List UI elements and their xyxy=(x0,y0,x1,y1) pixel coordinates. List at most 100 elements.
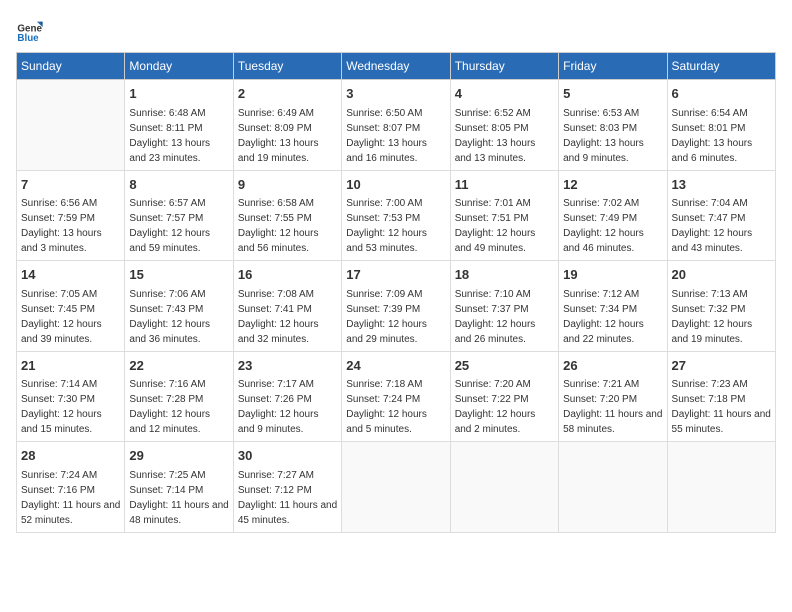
calendar-cell: 24Sunrise: 7:18 AMSunset: 7:24 PMDayligh… xyxy=(342,351,450,442)
calendar-cell: 25Sunrise: 7:20 AMSunset: 7:22 PMDayligh… xyxy=(450,351,558,442)
day-header-sunday: Sunday xyxy=(17,53,125,80)
day-info: Sunrise: 7:12 AMSunset: 7:34 PMDaylight:… xyxy=(563,287,662,347)
day-number: 22 xyxy=(129,356,228,376)
day-info: Sunrise: 7:05 AMSunset: 7:45 PMDaylight:… xyxy=(21,287,120,347)
day-number: 12 xyxy=(563,175,662,195)
day-number: 15 xyxy=(129,265,228,285)
day-info: Sunrise: 7:20 AMSunset: 7:22 PMDaylight:… xyxy=(455,377,554,437)
calendar-cell xyxy=(17,80,125,171)
logo: Gene Blue xyxy=(16,16,48,44)
calendar-cell: 26Sunrise: 7:21 AMSunset: 7:20 PMDayligh… xyxy=(559,351,667,442)
calendar-week-3: 21Sunrise: 7:14 AMSunset: 7:30 PMDayligh… xyxy=(17,351,776,442)
day-number: 4 xyxy=(455,84,554,104)
day-info: Sunrise: 7:27 AMSunset: 7:12 PMDaylight:… xyxy=(238,468,337,528)
calendar-cell: 13Sunrise: 7:04 AMSunset: 7:47 PMDayligh… xyxy=(667,170,775,261)
calendar-cell: 4Sunrise: 6:52 AMSunset: 8:05 PMDaylight… xyxy=(450,80,558,171)
calendar-cell: 18Sunrise: 7:10 AMSunset: 7:37 PMDayligh… xyxy=(450,261,558,352)
day-number: 30 xyxy=(238,446,337,466)
header: Gene Blue xyxy=(16,16,776,44)
day-info: Sunrise: 7:10 AMSunset: 7:37 PMDaylight:… xyxy=(455,287,554,347)
day-info: Sunrise: 6:52 AMSunset: 8:05 PMDaylight:… xyxy=(455,106,554,166)
day-info: Sunrise: 7:14 AMSunset: 7:30 PMDaylight:… xyxy=(21,377,120,437)
calendar-week-1: 7Sunrise: 6:56 AMSunset: 7:59 PMDaylight… xyxy=(17,170,776,261)
day-number: 25 xyxy=(455,356,554,376)
calendar-cell xyxy=(342,442,450,533)
day-number: 21 xyxy=(21,356,120,376)
calendar-week-0: 1Sunrise: 6:48 AMSunset: 8:11 PMDaylight… xyxy=(17,80,776,171)
day-number: 11 xyxy=(455,175,554,195)
calendar-cell: 17Sunrise: 7:09 AMSunset: 7:39 PMDayligh… xyxy=(342,261,450,352)
calendar-cell: 19Sunrise: 7:12 AMSunset: 7:34 PMDayligh… xyxy=(559,261,667,352)
day-number: 24 xyxy=(346,356,445,376)
day-info: Sunrise: 6:57 AMSunset: 7:57 PMDaylight:… xyxy=(129,196,228,256)
calendar-table: SundayMondayTuesdayWednesdayThursdayFrid… xyxy=(16,52,776,533)
calendar-cell: 3Sunrise: 6:50 AMSunset: 8:07 PMDaylight… xyxy=(342,80,450,171)
calendar-cell xyxy=(559,442,667,533)
calendar-cell xyxy=(450,442,558,533)
calendar-cell: 28Sunrise: 7:24 AMSunset: 7:16 PMDayligh… xyxy=(17,442,125,533)
day-info: Sunrise: 7:16 AMSunset: 7:28 PMDaylight:… xyxy=(129,377,228,437)
calendar-cell: 16Sunrise: 7:08 AMSunset: 7:41 PMDayligh… xyxy=(233,261,341,352)
day-info: Sunrise: 7:04 AMSunset: 7:47 PMDaylight:… xyxy=(672,196,771,256)
day-info: Sunrise: 7:21 AMSunset: 7:20 PMDaylight:… xyxy=(563,377,662,437)
day-number: 5 xyxy=(563,84,662,104)
day-info: Sunrise: 7:01 AMSunset: 7:51 PMDaylight:… xyxy=(455,196,554,256)
day-number: 8 xyxy=(129,175,228,195)
day-info: Sunrise: 7:18 AMSunset: 7:24 PMDaylight:… xyxy=(346,377,445,437)
day-number: 16 xyxy=(238,265,337,285)
header-row: SundayMondayTuesdayWednesdayThursdayFrid… xyxy=(17,53,776,80)
calendar-cell xyxy=(667,442,775,533)
day-number: 27 xyxy=(672,356,771,376)
calendar-cell: 15Sunrise: 7:06 AMSunset: 7:43 PMDayligh… xyxy=(125,261,233,352)
day-number: 28 xyxy=(21,446,120,466)
day-number: 18 xyxy=(455,265,554,285)
day-number: 20 xyxy=(672,265,771,285)
calendar-cell: 27Sunrise: 7:23 AMSunset: 7:18 PMDayligh… xyxy=(667,351,775,442)
calendar-cell: 22Sunrise: 7:16 AMSunset: 7:28 PMDayligh… xyxy=(125,351,233,442)
calendar-cell: 7Sunrise: 6:56 AMSunset: 7:59 PMDaylight… xyxy=(17,170,125,261)
calendar-cell: 12Sunrise: 7:02 AMSunset: 7:49 PMDayligh… xyxy=(559,170,667,261)
calendar-cell: 9Sunrise: 6:58 AMSunset: 7:55 PMDaylight… xyxy=(233,170,341,261)
day-number: 1 xyxy=(129,84,228,104)
day-info: Sunrise: 6:56 AMSunset: 7:59 PMDaylight:… xyxy=(21,196,120,256)
day-header-tuesday: Tuesday xyxy=(233,53,341,80)
day-info: Sunrise: 7:23 AMSunset: 7:18 PMDaylight:… xyxy=(672,377,771,437)
calendar-cell: 23Sunrise: 7:17 AMSunset: 7:26 PMDayligh… xyxy=(233,351,341,442)
day-number: 29 xyxy=(129,446,228,466)
day-info: Sunrise: 6:49 AMSunset: 8:09 PMDaylight:… xyxy=(238,106,337,166)
calendar-cell: 30Sunrise: 7:27 AMSunset: 7:12 PMDayligh… xyxy=(233,442,341,533)
calendar-cell: 10Sunrise: 7:00 AMSunset: 7:53 PMDayligh… xyxy=(342,170,450,261)
day-info: Sunrise: 7:00 AMSunset: 7:53 PMDaylight:… xyxy=(346,196,445,256)
day-header-wednesday: Wednesday xyxy=(342,53,450,80)
day-info: Sunrise: 6:54 AMSunset: 8:01 PMDaylight:… xyxy=(672,106,771,166)
day-number: 6 xyxy=(672,84,771,104)
day-info: Sunrise: 7:17 AMSunset: 7:26 PMDaylight:… xyxy=(238,377,337,437)
day-info: Sunrise: 6:53 AMSunset: 8:03 PMDaylight:… xyxy=(563,106,662,166)
day-header-monday: Monday xyxy=(125,53,233,80)
day-info: Sunrise: 7:09 AMSunset: 7:39 PMDaylight:… xyxy=(346,287,445,347)
day-info: Sunrise: 6:58 AMSunset: 7:55 PMDaylight:… xyxy=(238,196,337,256)
calendar-cell: 1Sunrise: 6:48 AMSunset: 8:11 PMDaylight… xyxy=(125,80,233,171)
calendar-cell: 6Sunrise: 6:54 AMSunset: 8:01 PMDaylight… xyxy=(667,80,775,171)
svg-text:Blue: Blue xyxy=(17,33,39,44)
calendar-cell: 14Sunrise: 7:05 AMSunset: 7:45 PMDayligh… xyxy=(17,261,125,352)
day-number: 17 xyxy=(346,265,445,285)
calendar-week-4: 28Sunrise: 7:24 AMSunset: 7:16 PMDayligh… xyxy=(17,442,776,533)
day-info: Sunrise: 6:48 AMSunset: 8:11 PMDaylight:… xyxy=(129,106,228,166)
calendar-cell: 20Sunrise: 7:13 AMSunset: 7:32 PMDayligh… xyxy=(667,261,775,352)
day-number: 2 xyxy=(238,84,337,104)
logo-icon: Gene Blue xyxy=(16,16,44,44)
day-number: 19 xyxy=(563,265,662,285)
calendar-cell: 21Sunrise: 7:14 AMSunset: 7:30 PMDayligh… xyxy=(17,351,125,442)
calendar-cell: 29Sunrise: 7:25 AMSunset: 7:14 PMDayligh… xyxy=(125,442,233,533)
day-number: 9 xyxy=(238,175,337,195)
day-number: 23 xyxy=(238,356,337,376)
day-number: 26 xyxy=(563,356,662,376)
day-info: Sunrise: 6:50 AMSunset: 8:07 PMDaylight:… xyxy=(346,106,445,166)
day-number: 7 xyxy=(21,175,120,195)
day-header-saturday: Saturday xyxy=(667,53,775,80)
calendar-cell: 2Sunrise: 6:49 AMSunset: 8:09 PMDaylight… xyxy=(233,80,341,171)
calendar-week-2: 14Sunrise: 7:05 AMSunset: 7:45 PMDayligh… xyxy=(17,261,776,352)
calendar-cell: 8Sunrise: 6:57 AMSunset: 7:57 PMDaylight… xyxy=(125,170,233,261)
day-info: Sunrise: 7:02 AMSunset: 7:49 PMDaylight:… xyxy=(563,196,662,256)
